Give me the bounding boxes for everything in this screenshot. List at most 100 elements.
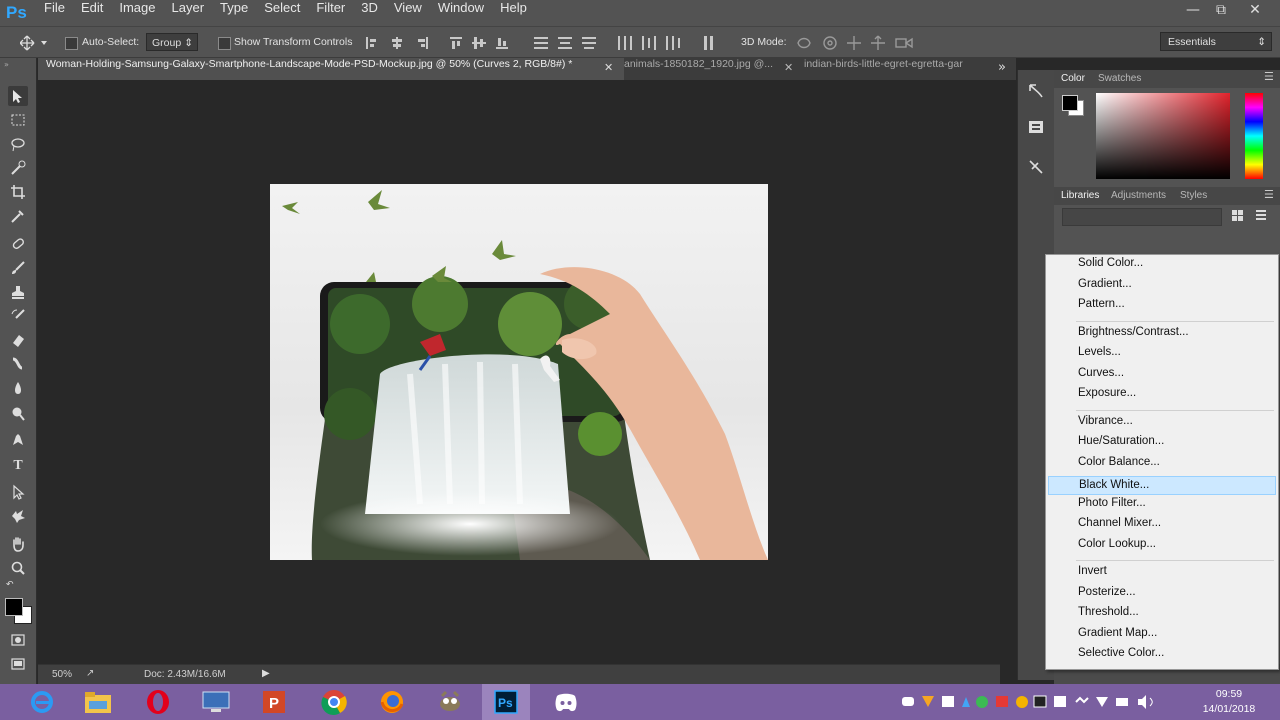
menu-filter[interactable]: Filter <box>308 0 353 26</box>
menu-item-channel-mixer[interactable]: Channel Mixer... <box>1048 517 1276 536</box>
discord-icon[interactable] <box>542 684 590 720</box>
clone-stamp-tool-icon[interactable] <box>8 282 28 302</box>
history-brush-tool-icon[interactable] <box>8 306 28 326</box>
menu-item-brightness-contrast[interactable]: Brightness/Contrast... <box>1048 326 1276 345</box>
color-spectrum-field[interactable] <box>1096 93 1230 179</box>
menu-item-posterize[interactable]: Posterize... <box>1048 586 1276 605</box>
chrome-icon[interactable] <box>310 684 358 720</box>
export-icon[interactable]: ↗ <box>86 668 94 679</box>
opera-icon[interactable] <box>134 684 182 720</box>
menu-edit[interactable]: Edit <box>73 0 111 26</box>
menu-item-exposure[interactable]: Exposure... <box>1048 387 1276 406</box>
quick-mask-icon[interactable] <box>8 630 28 650</box>
menu-item-threshold[interactable]: Threshold... <box>1048 606 1276 625</box>
menu-3d[interactable]: 3D <box>353 0 386 26</box>
menu-view[interactable]: View <box>386 0 430 26</box>
menu-item-photo-filter[interactable]: Photo Filter... <box>1048 497 1276 516</box>
tab-document-1[interactable]: Woman-Holding-Samsung-Galaxy-Smartphone-… <box>38 58 624 80</box>
menu-item-gradient[interactable]: Gradient... <box>1048 278 1276 297</box>
workspace-switcher[interactable]: Essentials ⇕ <box>1160 32 1272 51</box>
menu-item-curves[interactable]: Curves... <box>1048 367 1276 386</box>
crop-tool-icon[interactable] <box>8 182 28 202</box>
move-tool-icon[interactable] <box>20 35 48 51</box>
screen-mode-icon[interactable] <box>8 654 28 674</box>
tab-swatches[interactable]: Swatches <box>1098 73 1141 84</box>
panel-menu-icon[interactable]: ☰ <box>1264 188 1274 201</box>
menu-window[interactable]: Window <box>430 0 492 26</box>
menu-item-pattern[interactable]: Pattern... <box>1048 298 1276 317</box>
photoshop-icon[interactable]: Ps <box>482 684 530 720</box>
menu-item-invert[interactable]: Invert <box>1048 565 1276 584</box>
menu-select[interactable]: Select <box>256 0 308 26</box>
menu-item-color-balance[interactable]: Color Balance... <box>1048 456 1276 475</box>
menu-item-black-white[interactable]: Black White... <box>1048 476 1276 495</box>
menu-image[interactable]: Image <box>111 0 163 26</box>
auto-select-checkbox[interactable] <box>65 37 78 50</box>
control-panel-icon[interactable] <box>192 684 240 720</box>
library-select[interactable] <box>1062 208 1222 226</box>
file-explorer-icon[interactable] <box>74 684 122 720</box>
panel-menu-icon[interactable]: ☰ <box>1264 70 1274 83</box>
auto-select-dropdown[interactable]: Group ⇕ <box>146 33 198 51</box>
brush-tool-icon[interactable] <box>8 258 28 278</box>
menu-help[interactable]: Help <box>492 0 535 26</box>
blur-tool-icon[interactable] <box>8 378 28 398</box>
zoom-level[interactable]: 50% <box>52 669 72 680</box>
hue-slider[interactable] <box>1245 93 1263 179</box>
quick-selection-tool-icon[interactable] <box>8 158 28 178</box>
menu-item-vibrance[interactable]: Vibrance... <box>1048 415 1276 434</box>
dodge-tool-icon[interactable] <box>8 404 28 424</box>
healing-brush-tool-icon[interactable] <box>8 234 28 254</box>
zoom-tool-icon[interactable] <box>8 558 28 578</box>
history-panel-icon[interactable] <box>1027 82 1045 100</box>
tool-presets-icon[interactable] <box>1027 158 1045 176</box>
menu-type[interactable]: Type <box>212 0 256 26</box>
tab-document-3[interactable]: indian-birds-little-egret-egretta-gar <box>804 58 980 80</box>
menu-item-selective-color[interactable]: Selective Color... <box>1048 647 1276 666</box>
tab-color[interactable]: Color <box>1061 73 1085 84</box>
swap-colors-icon[interactable]: ↶ <box>6 580 32 594</box>
system-tray-icons[interactable] <box>900 693 1190 711</box>
gimp-icon[interactable] <box>426 684 474 720</box>
menu-item-color-lookup[interactable]: Color Lookup... <box>1048 538 1276 557</box>
path-selection-tool-icon[interactable] <box>8 482 28 502</box>
lasso-tool-icon[interactable] <box>8 134 28 154</box>
firefox-icon[interactable] <box>368 684 416 720</box>
pen-tool-icon[interactable] <box>8 430 28 450</box>
toolbox-collapse-icon[interactable]: » <box>4 60 9 69</box>
eyedropper-tool-icon[interactable] <box>8 206 28 226</box>
properties-panel-icon[interactable] <box>1027 118 1045 136</box>
close-button[interactable]: ✕ <box>1240 0 1270 22</box>
tab-close-icon[interactable]: ✕ <box>776 61 793 74</box>
system-clock[interactable]: 09:59 14/01/2018 <box>1196 687 1262 717</box>
ie-icon[interactable] <box>18 684 66 720</box>
hand-tool-icon[interactable] <box>8 534 28 554</box>
minimize-button[interactable]: — <box>1178 0 1208 22</box>
type-tool-icon[interactable]: T <box>8 456 28 476</box>
menu-item-gradient-map[interactable]: Gradient Map... <box>1048 627 1276 646</box>
move-tool-icon[interactable] <box>8 86 28 106</box>
powerpoint-icon[interactable]: P <box>250 684 298 720</box>
status-menu-arrow-icon[interactable]: ▶ <box>262 668 270 679</box>
tab-close-icon[interactable]: ✕ <box>596 61 613 74</box>
tab-adjustments[interactable]: Adjustments <box>1111 190 1166 201</box>
restore-button[interactable]: ⧉ <box>1206 0 1236 22</box>
color-fg-swatch[interactable] <box>1062 95 1078 111</box>
custom-shape-tool-icon[interactable] <box>8 506 28 526</box>
marquee-tool-icon[interactable] <box>8 110 28 130</box>
transform-controls-checkbox[interactable] <box>218 37 231 50</box>
menu-item-solid-color[interactable]: Solid Color... <box>1048 257 1276 276</box>
view-toggle-icons[interactable] <box>1232 208 1272 224</box>
eraser-tool-icon[interactable] <box>8 330 28 350</box>
tab-styles[interactable]: Styles <box>1180 190 1207 201</box>
tab-document-2[interactable]: animals-1850182_1920.jpg @... <box>624 58 784 80</box>
tab-libraries[interactable]: Libraries <box>1061 190 1099 201</box>
tabs-overflow-icon[interactable]: » <box>998 60 1006 75</box>
menu-file[interactable]: File <box>36 0 73 26</box>
document-canvas[interactable] <box>270 184 768 560</box>
menu-layer[interactable]: Layer <box>164 0 213 26</box>
gradient-tool-icon[interactable] <box>8 354 28 374</box>
menu-item-levels[interactable]: Levels... <box>1048 346 1276 365</box>
foreground-color-swatch[interactable] <box>5 598 23 616</box>
menu-item-hue-saturation[interactable]: Hue/Saturation... <box>1048 435 1276 454</box>
